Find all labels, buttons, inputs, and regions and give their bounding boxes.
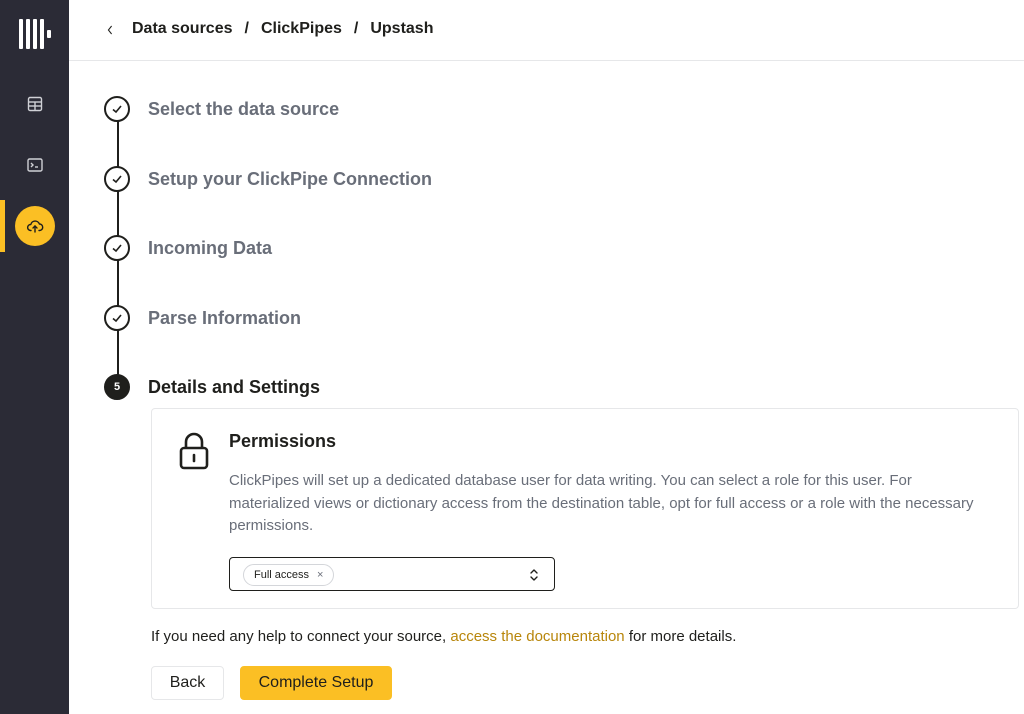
step-select-data-source: Select the data source xyxy=(104,96,339,122)
step-number-badge: 5 xyxy=(104,374,130,400)
help-suffix: for more details. xyxy=(628,628,737,645)
selected-role-label: Full access xyxy=(254,569,310,581)
breadcrumb-data-sources[interactable]: Data sources xyxy=(132,20,233,38)
role-select[interactable]: Full access × xyxy=(229,557,555,591)
documentation-link[interactable]: access the documentation xyxy=(450,628,624,645)
sidebar-item-tables[interactable] xyxy=(15,84,55,124)
help-text: If you need any help to connect your sou… xyxy=(151,628,736,645)
sidebar xyxy=(0,0,69,714)
lock-icon xyxy=(179,432,209,470)
remove-chip-icon[interactable]: × xyxy=(317,569,323,581)
step-label: Incoming Data xyxy=(148,237,273,258)
permissions-description: ClickPipes will set up a dedicated datab… xyxy=(229,472,974,534)
step-label: Setup your ClickPipe Connection xyxy=(148,168,433,189)
breadcrumb-upstash: Upstash xyxy=(370,20,434,37)
back-button[interactable]: Back xyxy=(151,666,224,700)
cloud-upload-icon xyxy=(26,220,44,233)
breadcrumb-separator: / xyxy=(244,20,249,37)
complete-setup-button[interactable]: Complete Setup xyxy=(240,666,392,700)
step-setup-connection: Setup your ClickPipe Connection xyxy=(104,166,432,192)
selected-role-chip: Full access × xyxy=(243,564,335,586)
help-prefix: If you need any help to connect your sou… xyxy=(151,628,447,645)
step-details-settings: 5 Details and Settings xyxy=(104,374,320,400)
back-chevron-icon[interactable] xyxy=(103,21,117,39)
check-icon xyxy=(104,235,130,261)
step-parse-information: Parse Information xyxy=(104,305,301,331)
sidebar-item-sql-console[interactable] xyxy=(15,145,55,185)
terminal-icon xyxy=(27,158,43,172)
header: Data sources / ClickPipes / Upstash xyxy=(69,0,1024,61)
clickhouse-logo-icon[interactable] xyxy=(19,19,51,49)
check-icon xyxy=(104,166,130,192)
table-icon xyxy=(27,96,43,112)
step-label: Details and Settings xyxy=(148,376,321,397)
sidebar-item-data-sources[interactable] xyxy=(15,206,55,246)
breadcrumb-separator: / xyxy=(353,20,359,37)
breadcrumb-clickpipes[interactable]: ClickPipes xyxy=(261,20,342,38)
check-icon xyxy=(104,305,130,331)
permissions-card: Permissions ClickPipes will set up a ded… xyxy=(151,408,1019,609)
breadcrumb: Data sources / ClickPipes / Upstash xyxy=(132,20,433,38)
active-indicator xyxy=(0,200,5,252)
step-label: Parse Information xyxy=(148,307,302,328)
chevron-up-down-icon xyxy=(530,569,538,581)
permissions-title: Permissions xyxy=(229,431,337,451)
step-incoming-data: Incoming Data xyxy=(104,235,272,261)
step-label: Select the data source xyxy=(148,98,340,119)
check-icon xyxy=(104,96,130,122)
